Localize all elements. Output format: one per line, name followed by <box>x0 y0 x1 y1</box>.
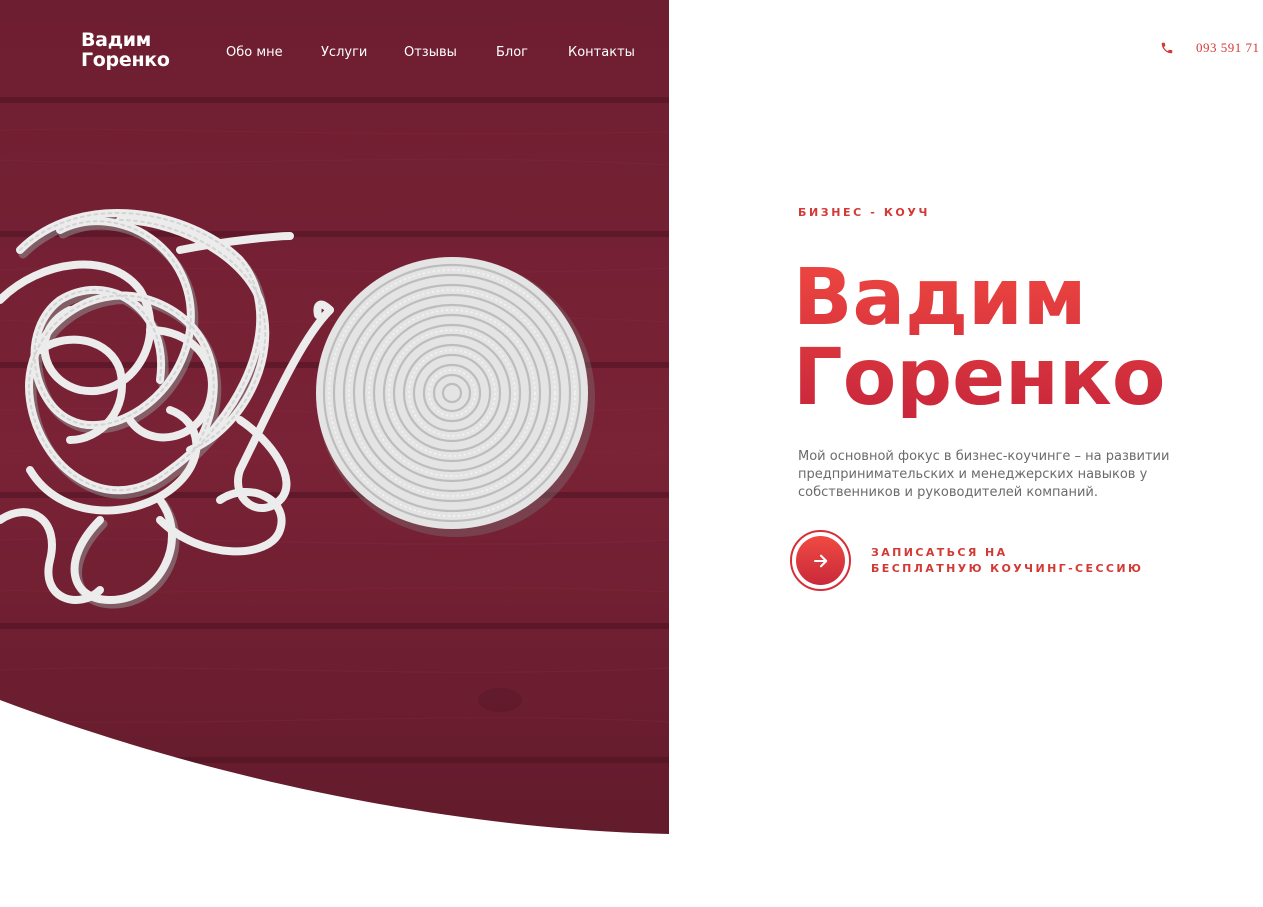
hero-title: Вадим Горенко <box>793 258 1165 418</box>
phone-number: 093 591 71 <box>1196 40 1260 55</box>
logo-line2: Горенко <box>81 49 170 71</box>
nav-item-services[interactable]: Услуги <box>321 45 367 60</box>
header-phone[interactable]: 093 591 71 <box>1160 40 1260 56</box>
hero-title-line1: Вадим <box>793 253 1087 343</box>
cta-label-line1: ЗАПИСАТЬСЯ НА <box>871 545 1008 559</box>
nav-item-blog[interactable]: Блог <box>496 45 528 60</box>
hero-image-panel <box>0 0 669 907</box>
phone-icon <box>1161 42 1173 54</box>
hero-title-line2: Горенко <box>793 333 1166 423</box>
cta-button-ring[interactable] <box>790 530 851 591</box>
hero-eyebrow: БИЗНЕС - КОУЧ <box>798 206 930 219</box>
nav-item-about[interactable]: Обо мне <box>226 45 283 60</box>
free-session-cta[interactable]: ЗАПИСАТЬСЯ НА БЕСПЛАТНУЮ КОУЧИНГ-СЕССИЮ <box>790 530 1143 591</box>
cta-label-line2: БЕСПЛАТНУЮ КОУЧИНГ-СЕССИЮ <box>871 561 1144 575</box>
nav-item-contacts[interactable]: Контакты <box>568 45 635 60</box>
hero-description: Мой основной фокус в бизнес-коучинге – н… <box>798 449 1170 500</box>
logo-line1: Вадим <box>81 29 151 51</box>
nav-item-reviews[interactable]: Отзывы <box>404 45 457 60</box>
rope-wood-image <box>0 0 669 834</box>
arrow-right-icon <box>813 554 827 567</box>
cta-button[interactable] <box>796 536 845 585</box>
site-logo[interactable]: Вадим Горенко <box>81 30 170 70</box>
cta-label[interactable]: ЗАПИСАТЬСЯ НА БЕСПЛАТНУЮ КОУЧИНГ-СЕССИЮ <box>871 545 1143 577</box>
